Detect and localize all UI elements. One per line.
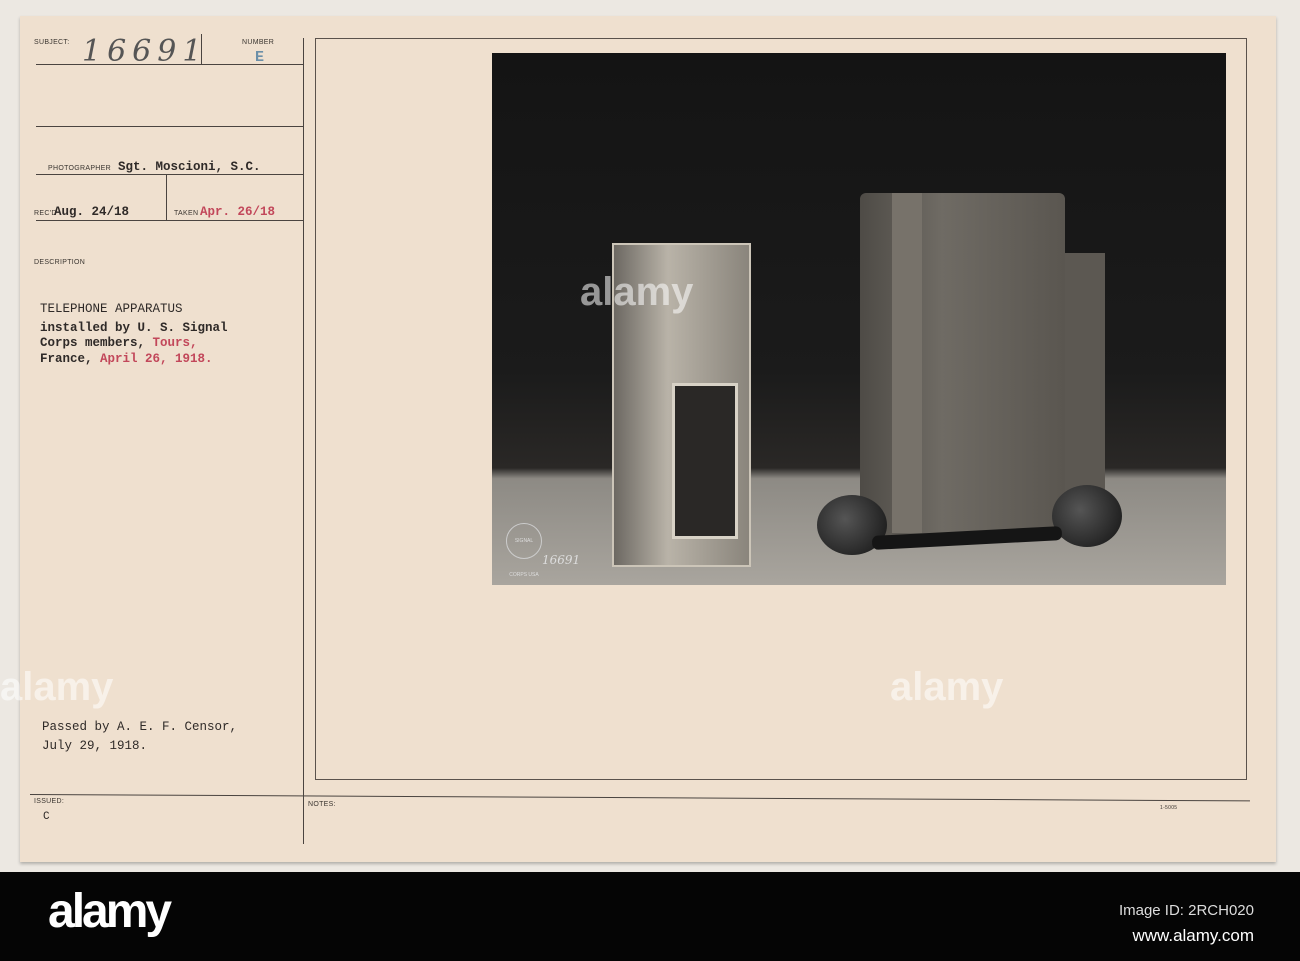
stock-footer: alamy Image ID: 2RCH020 www.alamy.com <box>0 872 1300 961</box>
description-text: France, <box>40 352 101 366</box>
image-id: Image ID: 2RCH020 <box>1118 902 1254 919</box>
photograph-telephone-apparatus: SIGNAL CORPS USA 16691 <box>492 53 1226 585</box>
coil-component <box>672 383 738 539</box>
photographer-value: Sgt. Moscioni, S.C. <box>118 160 261 174</box>
issued-value: C <box>43 811 50 823</box>
issued-label: ISSUED: <box>34 798 65 805</box>
subject-label: SUBJECT: <box>34 39 70 46</box>
watermark: alamy <box>890 665 1004 709</box>
censor-line-1: Passed by A. E. F. Censor, <box>42 720 238 734</box>
signal-corps-stamp: SIGNAL CORPS USA <box>506 523 542 578</box>
description-line-2: Corps members, Tours, <box>40 336 198 350</box>
taken-label: TAKEN <box>174 210 199 217</box>
description-text: Corps members, <box>40 336 153 350</box>
received-value: Aug. 24/18 <box>54 205 130 219</box>
date-text: April 26, 1918. <box>100 352 213 366</box>
description-line-3: France, April 26, 1918. <box>40 352 213 366</box>
description-line-1: installed by U. S. Signal <box>40 321 228 335</box>
description-title: TELEPHONE APPARATUS <box>40 302 183 316</box>
watermark: alamy <box>0 665 114 709</box>
case-strap <box>892 193 922 533</box>
subject-value: 16691 <box>82 34 208 69</box>
leather-case <box>860 193 1065 538</box>
photographer-label: PHOTOGRAPHER <box>48 165 111 172</box>
location-text: Tours, <box>152 336 198 350</box>
handset-mouthpiece <box>1052 485 1122 547</box>
watermark: alamy <box>580 270 694 314</box>
rule-photographer <box>36 174 304 175</box>
notes-label: NOTES: <box>308 801 336 808</box>
date-divider <box>166 174 167 220</box>
alamy-logo: alamy <box>48 885 172 938</box>
stamp-text: SIGNAL CORPS USA <box>509 538 539 578</box>
alamy-url[interactable]: www.alamy.com <box>1132 926 1254 946</box>
number-value: E <box>255 49 265 66</box>
censor-line-2: July 29, 1918. <box>42 739 148 753</box>
form-number: 1-5005 <box>1160 805 1178 811</box>
rule-blank <box>36 126 304 127</box>
number-label: NUMBER <box>242 39 275 46</box>
rule-dates <box>36 220 304 221</box>
photo-number: 16691 <box>542 553 581 567</box>
left-column-divider <box>303 38 304 844</box>
description-label: DESCRIPTION <box>34 259 86 266</box>
rule-bottom <box>29 794 1250 802</box>
taken-value: Apr. 26/18 <box>200 205 276 219</box>
